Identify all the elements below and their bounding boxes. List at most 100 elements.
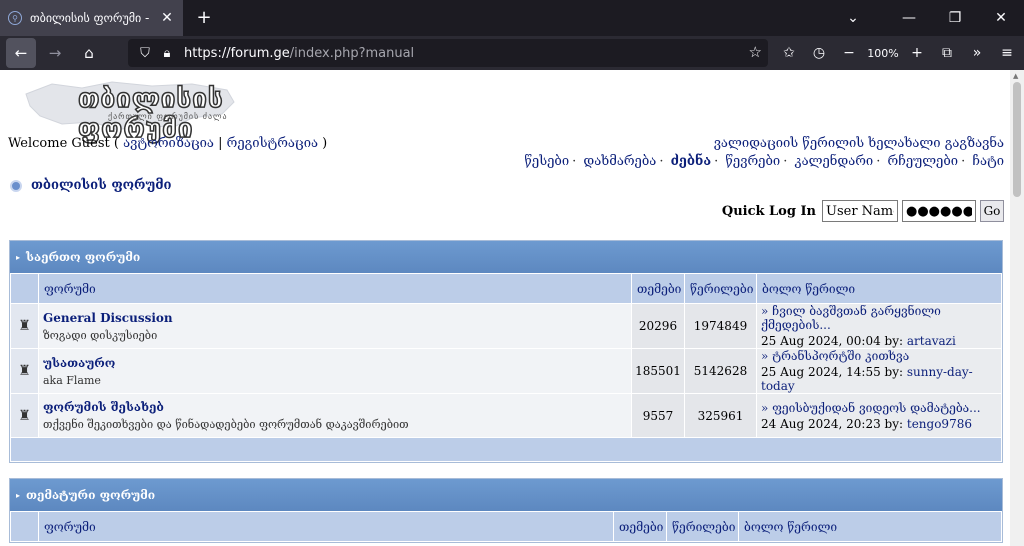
column-posts: წერილები [684, 273, 757, 304]
quick-login: Quick Log In Go [722, 200, 1004, 222]
restore-icon[interactable]: ❐ [932, 0, 978, 36]
category-arrow-icon: ▸ [16, 252, 21, 262]
tab-close-icon[interactable]: ✕ [159, 10, 175, 26]
posts-count: 5142628 [684, 348, 757, 394]
minimize-icon[interactable]: — [886, 0, 932, 36]
web-page: თბილისის ფორუმი ქართული ფორუმის ძალა Wel… [0, 70, 1010, 546]
url-path: /index.php?manual [289, 45, 415, 61]
resend-validation-link[interactable]: ვალიდაციის წერილის ხელახალი გაგზავნა [714, 136, 1004, 151]
table-header-row: ფორუმი თემები წერილები ბოლო წერილი [10, 511, 1002, 542]
url-bar[interactable]: ⛉ 🔒︎ https://forum.ge/index.php?manual ☆ [128, 39, 768, 67]
zoom-in-icon[interactable]: + [902, 38, 932, 68]
menu-search[interactable]: ძებნა [671, 154, 712, 169]
table-row: ♜ უსათაურო aka Flame 185501 5142628 » ტრ… [10, 348, 1002, 394]
register-link[interactable]: რეგისტრაცია [227, 136, 318, 151]
app-menu-icon[interactable]: ≡ [992, 38, 1022, 68]
table-header-row: ფორუმი თემები წერილები ბოლო წერილი [10, 273, 1002, 304]
breadcrumb[interactable]: თბილისის ფორუმი [10, 178, 172, 193]
zoom-level[interactable]: 100% [864, 38, 902, 68]
menu-calendar[interactable]: კალენდარი [794, 154, 873, 169]
welcome-text: Welcome Guest ( ავტორიზაცია | რეგისტრაცი… [8, 136, 327, 151]
list-all-tabs-icon[interactable]: ⌄ [830, 0, 876, 36]
window-controls: ⌄ — ❐ ✕ [830, 0, 1024, 36]
forum-logo[interactable]: თბილისის ფორუმი ქართული ფორუმის ძალა [22, 78, 242, 145]
forum-menu: წესები · დახმარება · ძებნა · წევრები · კალენ… [524, 154, 1004, 169]
forum-cell: უსათაურო aka Flame [38, 348, 632, 394]
category-header[interactable]: ▸ საერთო ფორუმი [10, 241, 1002, 273]
forum-description: თქვენი შეკითხვები და წინადადებები ფორუმთ… [43, 418, 409, 431]
topics-count: 9557 [631, 393, 685, 438]
last-post-date: 25 Aug 2024, 14:55 by: [761, 365, 904, 379]
lock-icon[interactable]: 🔒︎ [156, 46, 178, 61]
go-button[interactable]: Go [980, 200, 1004, 222]
menu-members[interactable]: წევრები [725, 154, 780, 169]
welcome-suffix: ) [322, 136, 328, 151]
table-row: ♜ ფორუმის შესახებ თქვენი შეკითხვები და წ… [10, 393, 1002, 438]
category-arrow-icon: ▸ [16, 490, 21, 500]
saved-to-pocket-icon[interactable]: ✩ [774, 38, 804, 68]
breadcrumb-home[interactable]: თბილისის ფორუმი [31, 178, 172, 193]
close-window-icon[interactable]: ✕ [978, 0, 1024, 36]
forum-link[interactable]: General Discussion [43, 311, 631, 325]
posts-count: 1974849 [684, 303, 757, 349]
url-text[interactable]: https://forum.ge/index.php?manual [184, 46, 414, 61]
login-link[interactable]: ავტორიზაცია [123, 136, 214, 151]
icon-column-header [10, 511, 39, 542]
overflow-chevron-icon[interactable]: » [962, 38, 992, 68]
column-topics: თემები [631, 273, 685, 304]
tab-bar: ⚲ თბილისის ფორუმი - Power ✕ + ⌄ — ❐ ✕ [0, 0, 1024, 36]
menu-favorites[interactable]: რჩეულები [888, 154, 959, 169]
forum-description: aka Flame [43, 373, 101, 387]
category-footer-row [10, 437, 1002, 462]
logo-subtitle: ქართული ფორუმის ძალა [108, 112, 228, 121]
forward-icon[interactable]: → [40, 38, 70, 68]
last-post-author[interactable]: artavazi [907, 334, 956, 348]
scrollbar-thumb[interactable] [1013, 82, 1021, 197]
last-post-link[interactable]: » ჩვილ ბავშვთან გარყვნილი ქმედების... [761, 304, 1001, 332]
nav-bar: ← → ⌂ ⛉ 🔒︎ https://forum.ge/index.php?ma… [0, 36, 1024, 70]
menu-rules[interactable]: წესები [524, 154, 569, 169]
welcome-prefix: Welcome Guest ( [8, 136, 119, 151]
bookmark-star-icon[interactable]: ☆ [749, 43, 762, 61]
last-post-date: 24 Aug 2024, 20:23 by: [761, 416, 904, 431]
forum-cell: General Discussion ზოგადი დისკუსიები [38, 303, 632, 349]
history-icon[interactable]: ◷ [804, 38, 834, 68]
forum-cell: ფორუმის შესახებ თქვენი შეკითხვები და წინ… [38, 393, 632, 438]
category-block: ▸ თემატური ფორუმი ფორუმი თემები წერილები… [9, 478, 1003, 543]
forum-description: ზოგადი დისკუსიები [43, 328, 158, 342]
password-input[interactable] [902, 200, 976, 222]
welcome-separator: | [218, 136, 223, 151]
forum-status-icon: ♜ [10, 393, 39, 438]
page-scrollbar[interactable]: ▲ [1010, 70, 1024, 546]
forum-link[interactable]: ფორუმის შესახებ [43, 400, 631, 414]
zoom-out-icon[interactable]: − [834, 38, 864, 68]
last-post-link[interactable]: » ტრანსპორტში კითხვა [761, 349, 1001, 363]
new-tab-icon[interactable]: + [192, 6, 216, 30]
url-domain: https://forum.ge [184, 45, 290, 61]
column-topics: თემები [613, 511, 667, 542]
quick-login-label: Quick Log In [721, 203, 816, 219]
menu-help[interactable]: დახმარება [583, 154, 656, 169]
category-title[interactable]: თემატური ფორუმი [26, 488, 155, 502]
browser-tab[interactable]: ⚲ თბილისის ფორუმი - Power ✕ [0, 0, 183, 36]
home-icon[interactable]: ⌂ [74, 38, 104, 68]
nav-bullet-icon [10, 179, 22, 192]
forum-status-icon: ♜ [10, 348, 39, 394]
last-post-cell: » ფეისბუქიდან ვიდეოს დამატება... 24 Aug … [756, 393, 1002, 438]
tracking-shield-icon[interactable]: ⛉ [134, 46, 156, 61]
last-post-link[interactable]: » ფეისბუქიდან ვიდეოს დამატება... [761, 401, 1001, 415]
menu-chat[interactable]: ჩატი [972, 154, 1004, 169]
forum-status-icon: ♜ [10, 303, 39, 349]
column-last-post: ბოლო წერილი [756, 273, 1002, 304]
back-icon[interactable]: ← [6, 38, 36, 68]
forum-link[interactable]: უსათაურო [43, 356, 631, 370]
column-last-post: ბოლო წერილი [738, 511, 1002, 542]
category-title[interactable]: საერთო ფორუმი [26, 250, 140, 264]
extensions-icon[interactable]: ⧉ [932, 38, 962, 68]
site-favicon-icon: ⚲ [8, 11, 22, 25]
scroll-up-icon[interactable]: ▲ [1013, 72, 1018, 80]
category-header[interactable]: ▸ თემატური ფორუმი [10, 479, 1002, 511]
last-post-author[interactable]: tengo9786 [907, 417, 972, 431]
table-row: ♜ General Discussion ზოგადი დისკუსიები 2… [10, 303, 1002, 349]
username-input[interactable] [822, 200, 898, 222]
